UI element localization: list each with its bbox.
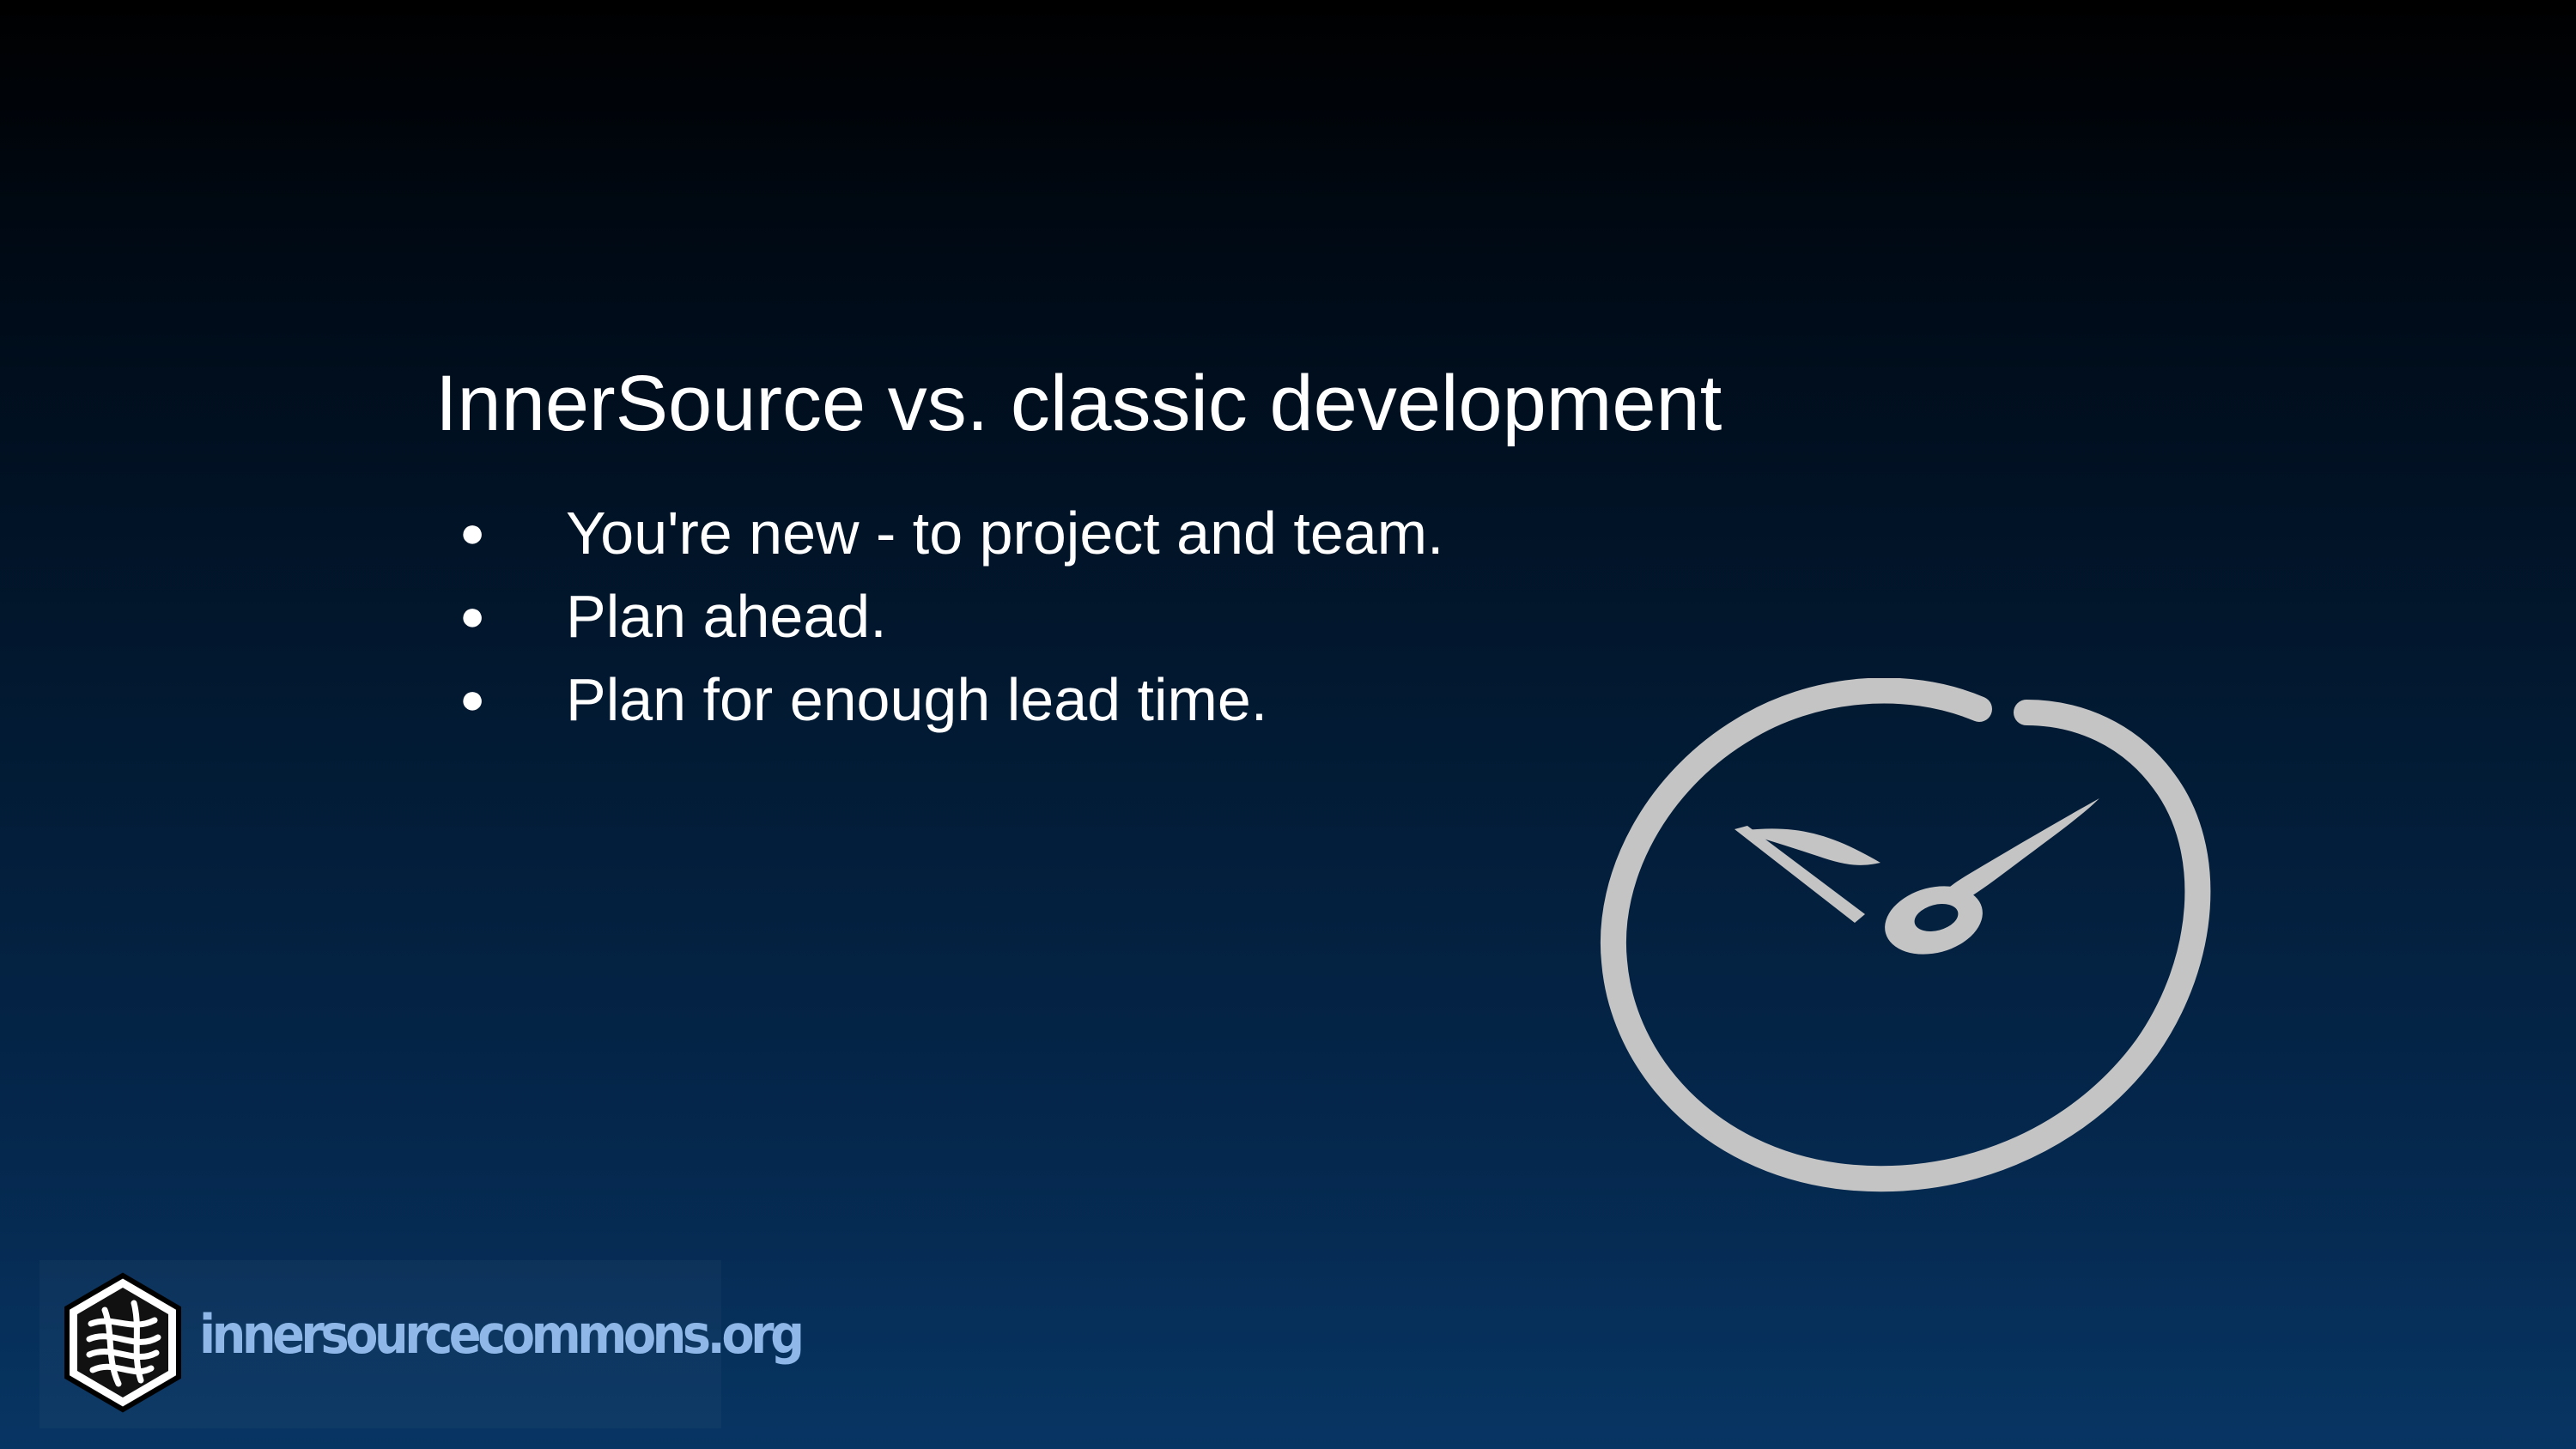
bullet-text: Plan for enough lead time. bbox=[566, 666, 1268, 733]
bullet-icon: ● bbox=[459, 508, 486, 556]
logo-text: innersourcecommons.org bbox=[199, 1303, 805, 1366]
bullet-item: ● Plan ahead. bbox=[459, 578, 1444, 661]
innersource-emblem-icon bbox=[64, 1272, 181, 1413]
slide: InnerSource vs. classic development ● Yo… bbox=[0, 0, 2576, 1449]
bullet-icon: ● bbox=[459, 675, 486, 723]
bullet-item: ● Plan for enough lead time. bbox=[459, 661, 1444, 744]
bullet-item: ● You're new - to project and team. bbox=[459, 494, 1444, 578]
bullet-text: Plan ahead. bbox=[566, 583, 887, 650]
bullet-text: You're new - to project and team. bbox=[566, 500, 1444, 567]
bullet-icon: ● bbox=[459, 591, 486, 640]
clock-icon bbox=[1600, 678, 2211, 1192]
slide-title: InnerSource vs. classic development bbox=[435, 359, 1722, 447]
bullet-list: ● You're new - to project and team. ● Pl… bbox=[459, 494, 1444, 744]
footer-logo[interactable]: innersourcecommons.org bbox=[39, 1260, 805, 1428]
